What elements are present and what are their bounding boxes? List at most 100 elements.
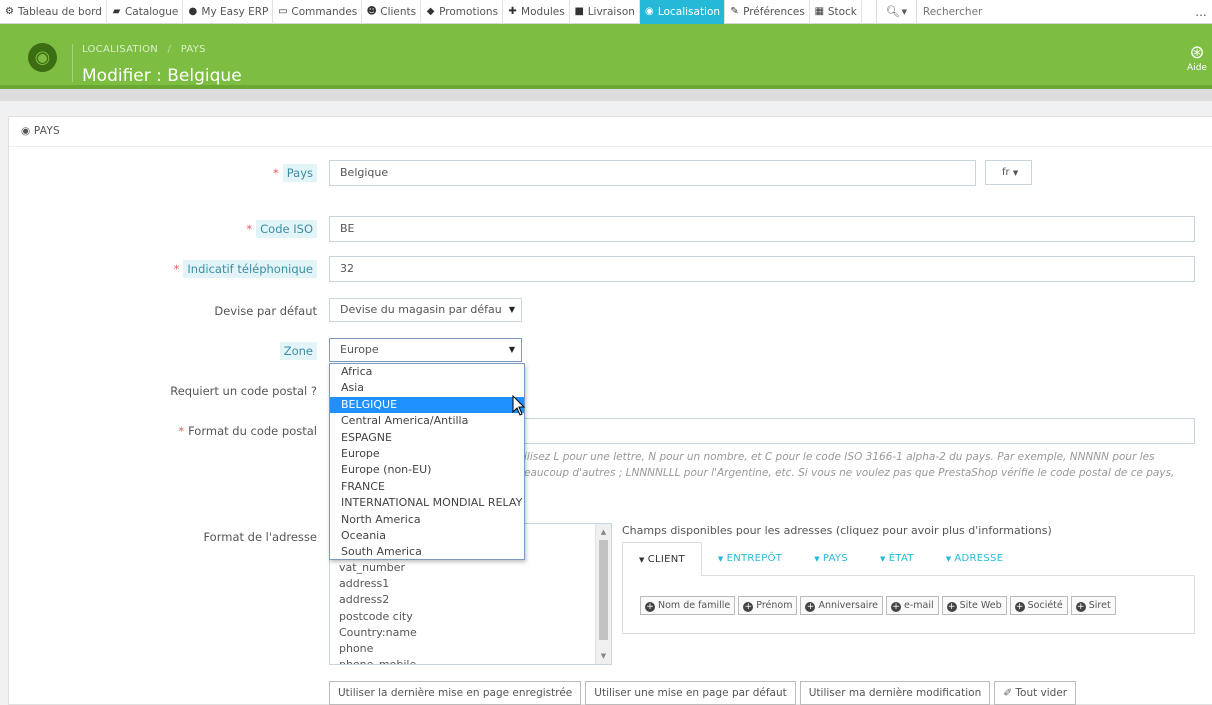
- required-star: *: [178, 424, 185, 438]
- field-chip-button[interactable]: + Société: [1009, 596, 1068, 615]
- nav-item-catalogue[interactable]: ▰ Catalogue: [107, 0, 184, 24]
- chip-label: Prénom: [756, 600, 793, 611]
- globe-icon: ◉: [645, 6, 654, 17]
- header-strip: [0, 89, 1212, 101]
- zip-format-help: ilisez L pour une lettre, N pour un nomb…: [524, 451, 1175, 479]
- plus-circle-icon: +: [1014, 602, 1025, 612]
- breadcrumb-page[interactable]: PAYS: [181, 44, 206, 55]
- dashboard-icon: ⚙: [5, 6, 14, 17]
- puzzle-icon: ✚: [508, 6, 517, 17]
- language-select-button[interactable]: fr ▼: [985, 160, 1032, 185]
- breadcrumb: LOCALISATION / PAYS: [82, 44, 206, 55]
- nav-item-label: Modules: [521, 5, 565, 18]
- address-format-line: address1: [339, 577, 390, 591]
- caret-down-icon: ▼: [880, 555, 886, 563]
- zone-option[interactable]: Asia: [330, 380, 524, 396]
- more-menu-button[interactable]: ...: [1190, 5, 1212, 19]
- scroll-down-icon[interactable]: ▼: [596, 652, 611, 660]
- nav-item-localisation[interactable]: ◉ Localisation: [639, 0, 726, 24]
- tab-client[interactable]: ▼ CLIENT: [622, 542, 702, 576]
- zone-option[interactable]: INTERNATIONAL MONDIAL RELAY: [330, 495, 524, 511]
- nav-item-label: Préférences: [743, 5, 805, 18]
- required-star: *: [246, 222, 253, 236]
- use-default-layout-button[interactable]: Utiliser une mise en page par défaut: [585, 681, 796, 705]
- field-tabs: ▼ CLIENT ▼ ENTREPÔT ▼ PAYS ▼ ÉTAT ▼ ADRESSE: [622, 542, 1019, 576]
- zone-option[interactable]: Central America/Antilla: [330, 413, 524, 429]
- available-fields-title: Champs disponibles pour les adresses (cl…: [622, 524, 1052, 537]
- plus-circle-icon: +: [946, 602, 957, 612]
- required-star: *: [173, 262, 180, 276]
- nav-item-clients[interactable]: ☻ Clients: [362, 0, 422, 24]
- scrollbar-thumb[interactable]: [599, 540, 608, 640]
- zone-option[interactable]: Europe (non-EU): [330, 462, 524, 478]
- scroll-up-icon[interactable]: ▲: [596, 528, 611, 536]
- tab-entrepôt[interactable]: ▼ ENTREPÔT: [702, 542, 798, 576]
- zone-option[interactable]: Europe: [330, 446, 524, 462]
- currency-select[interactable]: Devise du magasin par défau ▼: [329, 298, 522, 322]
- country-name-input[interactable]: Belgique: [329, 160, 976, 186]
- nav-item-livraison[interactable]: ■ Livraison: [570, 0, 640, 24]
- layout-button-row: Utiliser la dernière mise en page enregi…: [329, 681, 1080, 705]
- tab-état[interactable]: ▼ ÉTAT: [864, 542, 930, 576]
- globe-small-icon: ◉: [21, 125, 31, 137]
- plus-circle-icon: +: [805, 602, 816, 612]
- plus-circle-icon: +: [1075, 602, 1086, 612]
- zone-option[interactable]: ESPAGNE: [330, 430, 524, 446]
- nav-item-promotions[interactable]: ◆ Promotions: [421, 0, 504, 24]
- address-format-line: postcode city: [339, 609, 413, 623]
- nav-item-tableau-de-bord[interactable]: ⚙ Tableau de bord: [0, 0, 107, 24]
- nav-item-stock[interactable]: ▦ Stock: [810, 0, 862, 24]
- nav-item-label: My Easy ERP: [201, 5, 269, 18]
- chip-label: Nom de famille: [658, 600, 731, 611]
- nav-item-pr-f-rences[interactable]: ✎ Préférences: [725, 0, 810, 24]
- zip-format-label: * Format du code postal: [178, 424, 317, 438]
- zone-option[interactable]: FRANCE: [330, 479, 524, 495]
- tab-label: ÉTAT: [888, 553, 914, 564]
- currency-label: Devise par défaut: [214, 304, 317, 318]
- clear-all-button[interactable]: ✐ Tout vider: [994, 681, 1077, 705]
- zone-option[interactable]: BELGIQUE: [330, 396, 524, 414]
- field-chip-button[interactable]: + Siret: [1070, 596, 1116, 615]
- nav-item-commandes[interactable]: ▭ Commandes: [273, 0, 363, 24]
- wrench-icon: ✎: [730, 6, 739, 17]
- nav-item-my-easy-erp[interactable]: ● My Easy ERP: [183, 0, 274, 24]
- tab-adresse[interactable]: ▼ ADRESSE: [930, 542, 1020, 576]
- chevron-down-icon: ▼: [508, 305, 515, 314]
- zone-option[interactable]: Africa: [330, 364, 524, 380]
- zone-option[interactable]: South America: [330, 544, 524, 560]
- field-chip-button[interactable]: + Prénom: [738, 596, 798, 615]
- field-chip-button[interactable]: + Site Web: [941, 596, 1007, 615]
- nav-item-label: Catalogue: [124, 5, 179, 18]
- breadcrumb-section[interactable]: LOCALISATION: [82, 44, 158, 55]
- search-type-button[interactable]: 🔍︎ ▼: [877, 0, 917, 24]
- tab-label: PAYS: [822, 553, 848, 564]
- nav-item-modules[interactable]: ✚ Modules: [503, 0, 570, 24]
- scrollbar[interactable]: ▲ ▼: [595, 524, 611, 664]
- zone-option[interactable]: Oceania: [330, 528, 524, 544]
- page-header: ◉ LOCALISATION / PAYS Modifier : Belgiqu…: [0, 24, 1212, 89]
- lifebuoy-icon: ⊛: [1189, 42, 1205, 63]
- eraser-icon: ✐: [1003, 687, 1013, 699]
- top-navigation: ⚙ Tableau de bord ▰ Catalogue ● My Easy ERP ▭ C…: [0, 0, 1212, 24]
- nav-item-label: Clients: [380, 5, 417, 18]
- iso-code-input[interactable]: BE: [329, 216, 1195, 242]
- address-format-line: address2: [339, 593, 390, 607]
- phone-prefix-input[interactable]: 32: [329, 256, 1195, 282]
- field-chip-button[interactable]: + e-mail: [886, 596, 939, 615]
- field-chip-button[interactable]: + Nom de famille: [640, 596, 736, 615]
- address-format-line: phone_mobile: [339, 658, 417, 665]
- tab-pays[interactable]: ▼ PAYS: [798, 542, 864, 576]
- field-chip-button[interactable]: + Anniversaire: [800, 596, 883, 615]
- breadcrumb-separator: /: [167, 44, 172, 55]
- nav-item-label: Stock: [827, 5, 857, 18]
- chevron-down-icon: ▼: [1012, 169, 1019, 177]
- help-button[interactable]: ⊛ Aide: [1184, 42, 1210, 74]
- zone-option[interactable]: North America: [330, 512, 524, 528]
- tab-label: ENTREPÔT: [726, 553, 783, 564]
- help-label: Aide: [1187, 63, 1207, 73]
- zone-select[interactable]: Europe ▼: [329, 338, 522, 362]
- use-last-change-button[interactable]: Utiliser ma dernière modification: [799, 681, 991, 705]
- search-input[interactable]: [916, 0, 1047, 24]
- use-last-saved-layout-button[interactable]: Utiliser la dernière mise en page enregi…: [329, 681, 582, 705]
- iso-code-label: * Code ISO: [246, 220, 317, 238]
